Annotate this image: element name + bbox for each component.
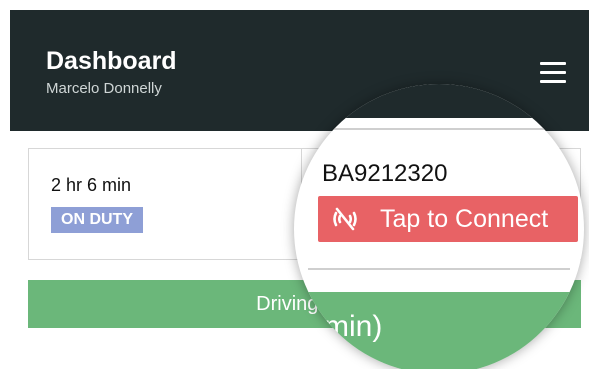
magnified-header: [294, 84, 584, 118]
device-id: BA9212320: [322, 160, 448, 187]
connect-label: Tap to Connect: [380, 205, 549, 233]
magnified-driving-bar: min): [294, 292, 584, 369]
page-title: Dashboard: [46, 47, 177, 75]
app-root: Dashboard Marcelo Donnelly 2 hr 6 min ON…: [10, 0, 589, 369]
divider: [316, 128, 552, 130]
link-broken-icon: [333, 207, 357, 231]
duty-status-badge: ON DUTY: [51, 207, 143, 233]
divider: [308, 268, 570, 270]
duty-time: 2 hr 6 min: [51, 175, 132, 195]
driver-name: Marcelo Donnelly: [46, 80, 162, 97]
hamburger-menu-icon[interactable]: [540, 62, 566, 84]
magnified-driving-text: min): [324, 310, 383, 343]
tap-to-connect-button[interactable]: Tap to Connect: [318, 196, 578, 242]
magnifier-callout: BA9212320 Tap to Connect min): [294, 84, 584, 369]
